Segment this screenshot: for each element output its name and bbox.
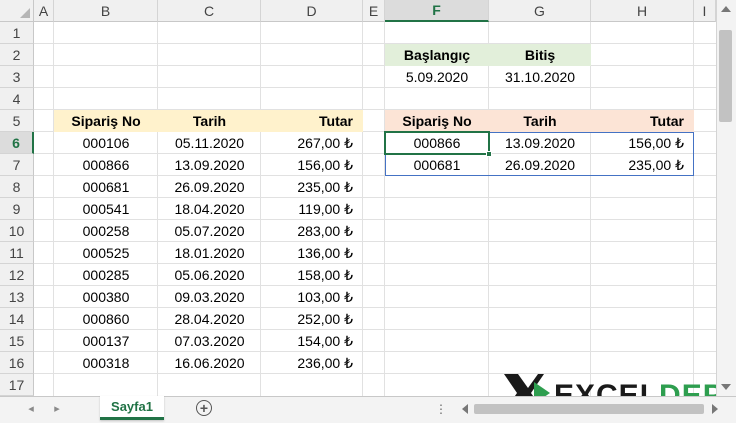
criteria-header-baslangic[interactable]: Başlangıç bbox=[385, 44, 489, 66]
left-header-siparis-no[interactable]: Sipariş No bbox=[54, 110, 158, 132]
result-header-tarih[interactable]: Tarih bbox=[489, 110, 591, 132]
left-cell-siparis[interactable]: 000541 bbox=[54, 198, 158, 220]
prev-sheet-icon[interactable]: ◂ bbox=[24, 401, 38, 415]
column-header-e[interactable]: E bbox=[363, 0, 385, 22]
left-cell-tarih[interactable]: 05.11.2020 bbox=[158, 132, 261, 154]
result-cell-tarih[interactable]: 26.09.2020 bbox=[489, 154, 591, 176]
left-cell-tarih[interactable]: 18.04.2020 bbox=[158, 198, 261, 220]
left-cell-siparis[interactable]: 000866 bbox=[54, 154, 158, 176]
column-header-d[interactable]: D bbox=[261, 0, 363, 22]
row-header-2[interactable]: 2 bbox=[0, 44, 34, 66]
row-header-5[interactable]: 5 bbox=[0, 110, 34, 132]
scroll-down-arrow-icon[interactable] bbox=[721, 384, 731, 390]
left-header-tarih[interactable]: Tarih bbox=[158, 110, 261, 132]
left-cell-tutar[interactable]: 119,00 ₺ bbox=[261, 198, 363, 220]
left-cell-tutar[interactable]: 252,00 ₺ bbox=[261, 308, 363, 330]
left-cell-siparis[interactable]: 000137 bbox=[54, 330, 158, 352]
column-header-i[interactable]: I bbox=[694, 0, 716, 22]
row-header-17[interactable]: 17 bbox=[0, 374, 34, 396]
next-sheet-icon[interactable]: ▸ bbox=[50, 401, 64, 415]
vertical-scroll-thumb[interactable] bbox=[719, 30, 732, 122]
fill-handle[interactable] bbox=[486, 151, 492, 157]
select-all-triangle-icon bbox=[20, 8, 30, 18]
left-header-tutar[interactable]: Tutar bbox=[261, 110, 363, 132]
row-header-7[interactable]: 7 bbox=[0, 154, 34, 176]
left-cell-siparis[interactable]: 000318 bbox=[54, 352, 158, 374]
left-cell-siparis[interactable]: 000860 bbox=[54, 308, 158, 330]
row-header-4[interactable]: 4 bbox=[0, 88, 34, 110]
select-all-corner[interactable] bbox=[0, 0, 34, 22]
left-cell-tarih[interactable]: 13.09.2020 bbox=[158, 154, 261, 176]
left-cell-siparis[interactable]: 000525 bbox=[54, 242, 158, 264]
left-cell-siparis[interactable]: 000285 bbox=[54, 264, 158, 286]
left-cell-tarih[interactable]: 26.09.2020 bbox=[158, 176, 261, 198]
left-cell-tutar[interactable]: 283,00 ₺ bbox=[261, 220, 363, 242]
left-cell-siparis[interactable]: 000681 bbox=[54, 176, 158, 198]
left-cell-tutar[interactable]: 156,00 ₺ bbox=[261, 154, 363, 176]
result-cell-siparis[interactable]: 000681 bbox=[385, 154, 489, 176]
row-header-11[interactable]: 11 bbox=[0, 242, 34, 264]
row-header-8[interactable]: 8 bbox=[0, 176, 34, 198]
result-header-siparis-no[interactable]: Sipariş No bbox=[385, 110, 489, 132]
result-cell-tutar[interactable]: 235,00 ₺ bbox=[591, 154, 694, 176]
row-header-1[interactable]: 1 bbox=[0, 22, 34, 44]
result-cell-tutar[interactable]: 156,00 ₺ bbox=[591, 132, 694, 154]
column-header-g[interactable]: G bbox=[489, 0, 591, 22]
scroll-up-arrow-icon[interactable] bbox=[721, 6, 731, 12]
row-header-16[interactable]: 16 bbox=[0, 352, 34, 374]
left-cell-tutar[interactable]: 236,00 ₺ bbox=[261, 352, 363, 374]
column-header-b[interactable]: B bbox=[54, 0, 158, 22]
left-cell-tutar[interactable]: 235,00 ₺ bbox=[261, 176, 363, 198]
left-cell-siparis[interactable]: 000380 bbox=[54, 286, 158, 308]
horizontal-scroll-thumb[interactable] bbox=[474, 404, 704, 414]
scroll-right-arrow-icon[interactable] bbox=[712, 404, 718, 414]
column-header-h[interactable]: H bbox=[591, 0, 694, 22]
left-cell-tutar[interactable]: 136,00 ₺ bbox=[261, 242, 363, 264]
left-cell-tarih[interactable]: 05.06.2020 bbox=[158, 264, 261, 286]
sheet-tab-sayfa1[interactable]: Sayfa1 bbox=[100, 396, 164, 420]
left-cell-tarih[interactable]: 07.03.2020 bbox=[158, 330, 261, 352]
column-header-f[interactable]: F bbox=[385, 0, 489, 22]
left-cell-tarih[interactable]: 16.06.2020 bbox=[158, 352, 261, 374]
left-cell-tarih[interactable]: 28.04.2020 bbox=[158, 308, 261, 330]
scroll-left-arrow-icon[interactable] bbox=[462, 404, 468, 414]
left-cell-siparis[interactable]: 000106 bbox=[54, 132, 158, 154]
active-cell-selection[interactable] bbox=[384, 131, 490, 155]
row-header-6[interactable]: 6 bbox=[0, 132, 34, 154]
row-header-3[interactable]: 3 bbox=[0, 66, 34, 88]
left-cell-tutar[interactable]: 154,00 ₺ bbox=[261, 330, 363, 352]
more-options-icon[interactable]: ⋮ bbox=[435, 401, 447, 417]
criteria-value-baslangic[interactable]: 5.09.2020 bbox=[385, 66, 489, 88]
row-header-10[interactable]: 10 bbox=[0, 220, 34, 242]
left-cell-tutar[interactable]: 267,00 ₺ bbox=[261, 132, 363, 154]
column-header-c[interactable]: C bbox=[158, 0, 261, 22]
add-sheet-icon[interactable]: + bbox=[196, 400, 212, 416]
result-cell-tarih[interactable]: 13.09.2020 bbox=[489, 132, 591, 154]
left-cell-siparis[interactable]: 000258 bbox=[54, 220, 158, 242]
criteria-header-bitis[interactable]: Bitiş bbox=[489, 44, 591, 66]
row-header-14[interactable]: 14 bbox=[0, 308, 34, 330]
left-cell-tarih[interactable]: 05.07.2020 bbox=[158, 220, 261, 242]
left-cell-tutar[interactable]: 158,00 ₺ bbox=[261, 264, 363, 286]
left-cell-tutar[interactable]: 103,00 ₺ bbox=[261, 286, 363, 308]
left-cell-tarih[interactable]: 18.01.2020 bbox=[158, 242, 261, 264]
row-header-9[interactable]: 9 bbox=[0, 198, 34, 220]
row-header-13[interactable]: 13 bbox=[0, 286, 34, 308]
left-cell-tarih[interactable]: 09.03.2020 bbox=[158, 286, 261, 308]
criteria-value-bitis[interactable]: 31.10.2020 bbox=[489, 66, 591, 88]
result-header-tutar[interactable]: Tutar bbox=[591, 110, 694, 132]
row-header-15[interactable]: 15 bbox=[0, 330, 34, 352]
column-header-a[interactable]: A bbox=[34, 0, 54, 22]
row-header-12[interactable]: 12 bbox=[0, 264, 34, 286]
